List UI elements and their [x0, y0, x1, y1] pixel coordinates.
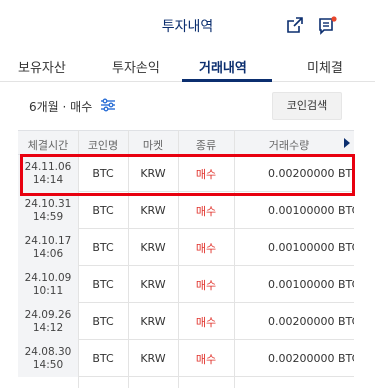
filter-bar: 6개월 · 매수 코인검색: [0, 82, 375, 128]
share-icon[interactable]: [286, 16, 304, 34]
market-cell: KRW: [140, 315, 166, 328]
quantity-cell: 0.00100000 BTC: [268, 204, 354, 217]
scroll-right-arrow-icon[interactable]: [344, 138, 350, 148]
coin-cell: BTC: [92, 278, 114, 291]
trade-date: 24.10.09: [24, 271, 72, 284]
quantity-cell: 0.00100000 BTC: [268, 241, 354, 254]
kind-cell: 매수: [195, 315, 217, 329]
column-divider: [128, 130, 129, 388]
trade-clock: 14:50: [32, 358, 64, 371]
trade-time-cell: 24.11.06 14:14: [18, 155, 78, 192]
coin-cell: BTC: [92, 204, 114, 217]
trade-clock: 14:12: [32, 321, 64, 334]
column-header-coin: 코인명: [87, 139, 119, 152]
trade-date: 24.09.26: [24, 308, 72, 321]
tab-transactions[interactable]: 거래내역: [199, 57, 247, 76]
quantity-cell: 0.00100000 BTC: [268, 278, 354, 291]
coin-cell: BTC: [92, 315, 114, 328]
table-row[interactable]: 24.09.26 14:12 BTC KRW 매수 0.00200000 BTC: [18, 303, 354, 340]
trade-clock: 10:11: [32, 284, 64, 297]
market-cell: KRW: [140, 204, 166, 217]
market-cell: KRW: [140, 352, 166, 365]
coin-cell: BTC: [92, 352, 114, 365]
table-row[interactable]: 24.10.17 14:06 BTC KRW 매수 0.00100000 BTC: [18, 229, 354, 266]
kind-cell: 매수: [195, 278, 217, 292]
trade-date: 24.10.17: [24, 234, 72, 247]
coin-cell: BTC: [92, 241, 114, 254]
column-divider: [234, 130, 235, 388]
table-row[interactable]: 24.10.09 10:11 BTC KRW 매수 0.00100000 BTC: [18, 266, 354, 303]
column-header-time: 체결시간: [27, 139, 69, 152]
tab-holdings[interactable]: 보유자산: [18, 57, 66, 76]
market-cell: KRW: [140, 167, 166, 180]
tab-bar: 보유자산 투자손익 거래내역 미체결: [0, 48, 375, 82]
quantity-cell: 0.00200000 BTC: [268, 315, 354, 328]
filter-label[interactable]: 6개월 · 매수: [29, 98, 92, 115]
trade-date: 24.08.30: [24, 345, 72, 358]
kind-cell: 매수: [195, 241, 217, 255]
trade-date: 24.10.31: [24, 197, 72, 210]
trade-time-cell: 24.08.30 14:50: [18, 340, 78, 377]
kind-cell: 매수: [195, 167, 217, 181]
transaction-table: 체결시간 코인명 마켓 종류 거래수량 24.11.06 14:14 BTC K…: [18, 130, 354, 388]
column-header-quantity: 거래수량: [268, 139, 310, 152]
trade-time-cell: 24.10.17 14:06: [18, 229, 78, 266]
kind-cell: 매수: [195, 352, 217, 366]
tab-profit-loss[interactable]: 투자손익: [112, 57, 160, 76]
filter-icon[interactable]: [100, 97, 116, 112]
column-header-kind: 종류: [195, 139, 217, 152]
table-row[interactable]: 24.10.31 14:59 BTC KRW 매수 0.00100000 BTC: [18, 192, 354, 229]
column-divider: [178, 130, 179, 388]
trade-clock: 14:14: [32, 173, 64, 186]
trade-clock: 14:59: [32, 210, 64, 223]
app-header: 투자내역: [0, 0, 375, 48]
tab-unfilled[interactable]: 미체결: [307, 57, 343, 76]
kind-cell: 매수: [195, 204, 217, 218]
trade-time-cell: 24.10.09 10:11: [18, 266, 78, 303]
memo-icon[interactable]: [318, 16, 337, 35]
column-divider: [78, 130, 79, 388]
quantity-cell: 0.00200000 BTC: [268, 167, 354, 180]
quantity-cell: 0.00200000 BTC: [268, 352, 354, 365]
coin-cell: BTC: [92, 167, 114, 180]
market-cell: KRW: [140, 278, 166, 291]
table-row[interactable]: 24.11.06 14:14 BTC KRW 매수 0.00200000 BTC: [18, 155, 354, 192]
table-header: 체결시간 코인명 마켓 종류 거래수량: [18, 130, 354, 155]
trade-time-cell: 24.09.26 14:12: [18, 303, 78, 340]
coin-search-button[interactable]: 코인검색: [272, 92, 342, 120]
trade-time-cell: 24.10.31 14:59: [18, 192, 78, 229]
trade-date: 24.11.06: [24, 160, 72, 173]
market-cell: KRW: [140, 241, 166, 254]
column-header-market: 마켓: [142, 139, 164, 152]
trade-clock: 14:06: [32, 247, 64, 260]
table-row[interactable]: 24.08.30 14:50 BTC KRW 매수 0.00200000 BTC: [18, 340, 354, 377]
